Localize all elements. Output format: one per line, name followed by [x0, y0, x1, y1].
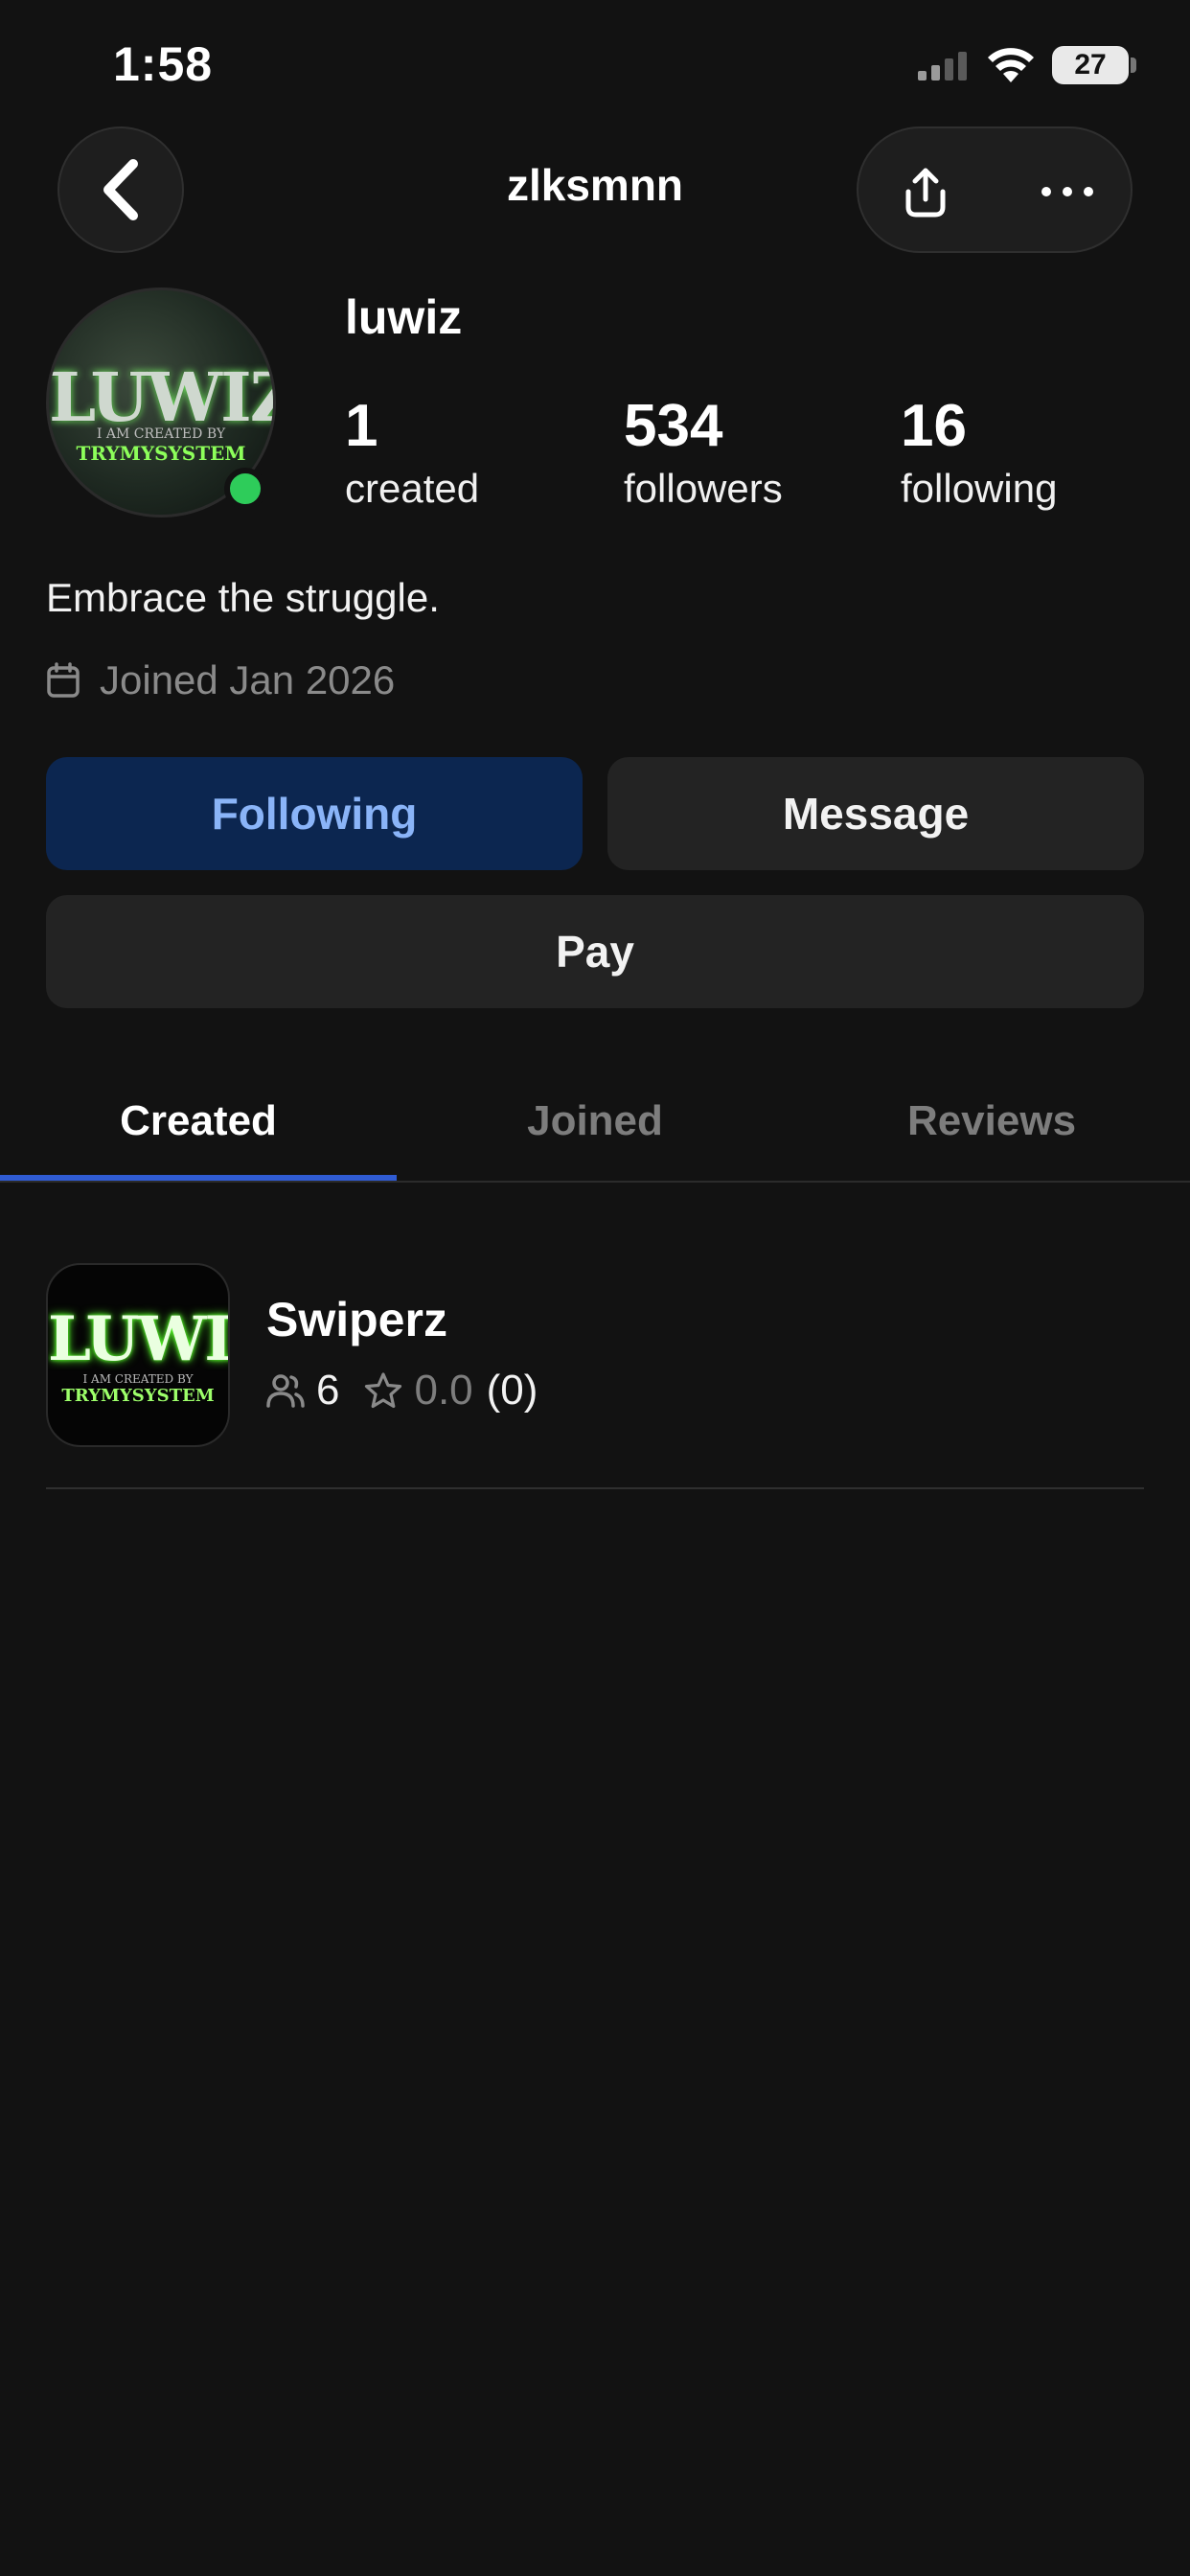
stat-following-label: following: [901, 466, 1058, 511]
online-status-indicator: [224, 468, 266, 510]
profile-tabs: Created Joined Reviews: [0, 1062, 1190, 1183]
avatar-brand-text: TRYMYSYSTEM: [76, 442, 246, 465]
tab-joined[interactable]: Joined: [397, 1062, 793, 1181]
stat-created-label: created: [345, 466, 480, 511]
pay-button[interactable]: Pay: [46, 895, 1144, 1008]
star-icon: [365, 1372, 402, 1409]
avatar-sub-text: I AM CREATED BY: [96, 426, 226, 442]
item-title: Swiperz: [266, 1293, 447, 1346]
stat-following[interactable]: 16 following: [901, 393, 1057, 516]
share-button[interactable]: [878, 144, 973, 240]
tab-created[interactable]: Created: [0, 1062, 397, 1181]
share-icon: [905, 168, 946, 218]
item-rating: 0.0: [414, 1367, 473, 1414]
avatar-logo-text: LUWIZ: [49, 357, 276, 437]
tab-reviews[interactable]: Reviews: [793, 1062, 1190, 1181]
stat-following-value: 16: [901, 393, 967, 459]
joined-date-text: Joined Jan 2026: [100, 657, 396, 702]
display-name: luwiz: [345, 290, 463, 344]
cellular-signal-icon: [918, 52, 967, 80]
nav-actions-group: [857, 126, 1133, 253]
more-options-button[interactable]: [1019, 144, 1115, 240]
item-meta: 6 0.0 (0): [266, 1367, 538, 1414]
active-tab-indicator: [0, 1175, 397, 1181]
bio-text: Embrace the struggle.: [46, 575, 440, 620]
stat-created[interactable]: 1 created: [345, 393, 479, 516]
members-icon: [266, 1374, 305, 1408]
chevron-left-icon: [103, 159, 138, 220]
stat-created-value: 1: [345, 393, 378, 459]
calendar-icon: [47, 662, 80, 698]
item-thumbnail: LUWIZ I AM CREATED BY TRYMYSYSTEM: [46, 1263, 230, 1447]
stat-followers-value: 534: [624, 393, 723, 459]
battery-level: 27: [1074, 49, 1107, 80]
list-item[interactable]: LUWIZ I AM CREATED BY TRYMYSYSTEM Swiper…: [46, 1259, 1144, 1489]
message-button[interactable]: Message: [607, 757, 1144, 870]
thumb-sub-text: I AM CREATED BY: [82, 1372, 194, 1386]
item-members-count: 6: [316, 1367, 340, 1414]
status-bar: 1:58 27: [0, 0, 1190, 125]
following-button[interactable]: Following: [46, 757, 583, 870]
back-button[interactable]: [57, 126, 184, 253]
thumb-logo-text: LUWIZ: [48, 1303, 230, 1375]
wifi-icon: [988, 48, 1034, 82]
stat-followers-label: followers: [624, 466, 783, 511]
battery-cap: [1131, 58, 1136, 73]
thumb-brand-text: TRYMYSYSTEM: [61, 1386, 215, 1406]
page-title: zlksmnn: [506, 160, 684, 210]
status-time: 1:58: [113, 37, 214, 91]
ellipsis-icon: [1041, 187, 1093, 196]
joined-date: Joined Jan 2026: [46, 657, 395, 703]
stat-followers[interactable]: 534 followers: [624, 393, 783, 516]
item-rating-count: (0): [486, 1367, 538, 1414]
